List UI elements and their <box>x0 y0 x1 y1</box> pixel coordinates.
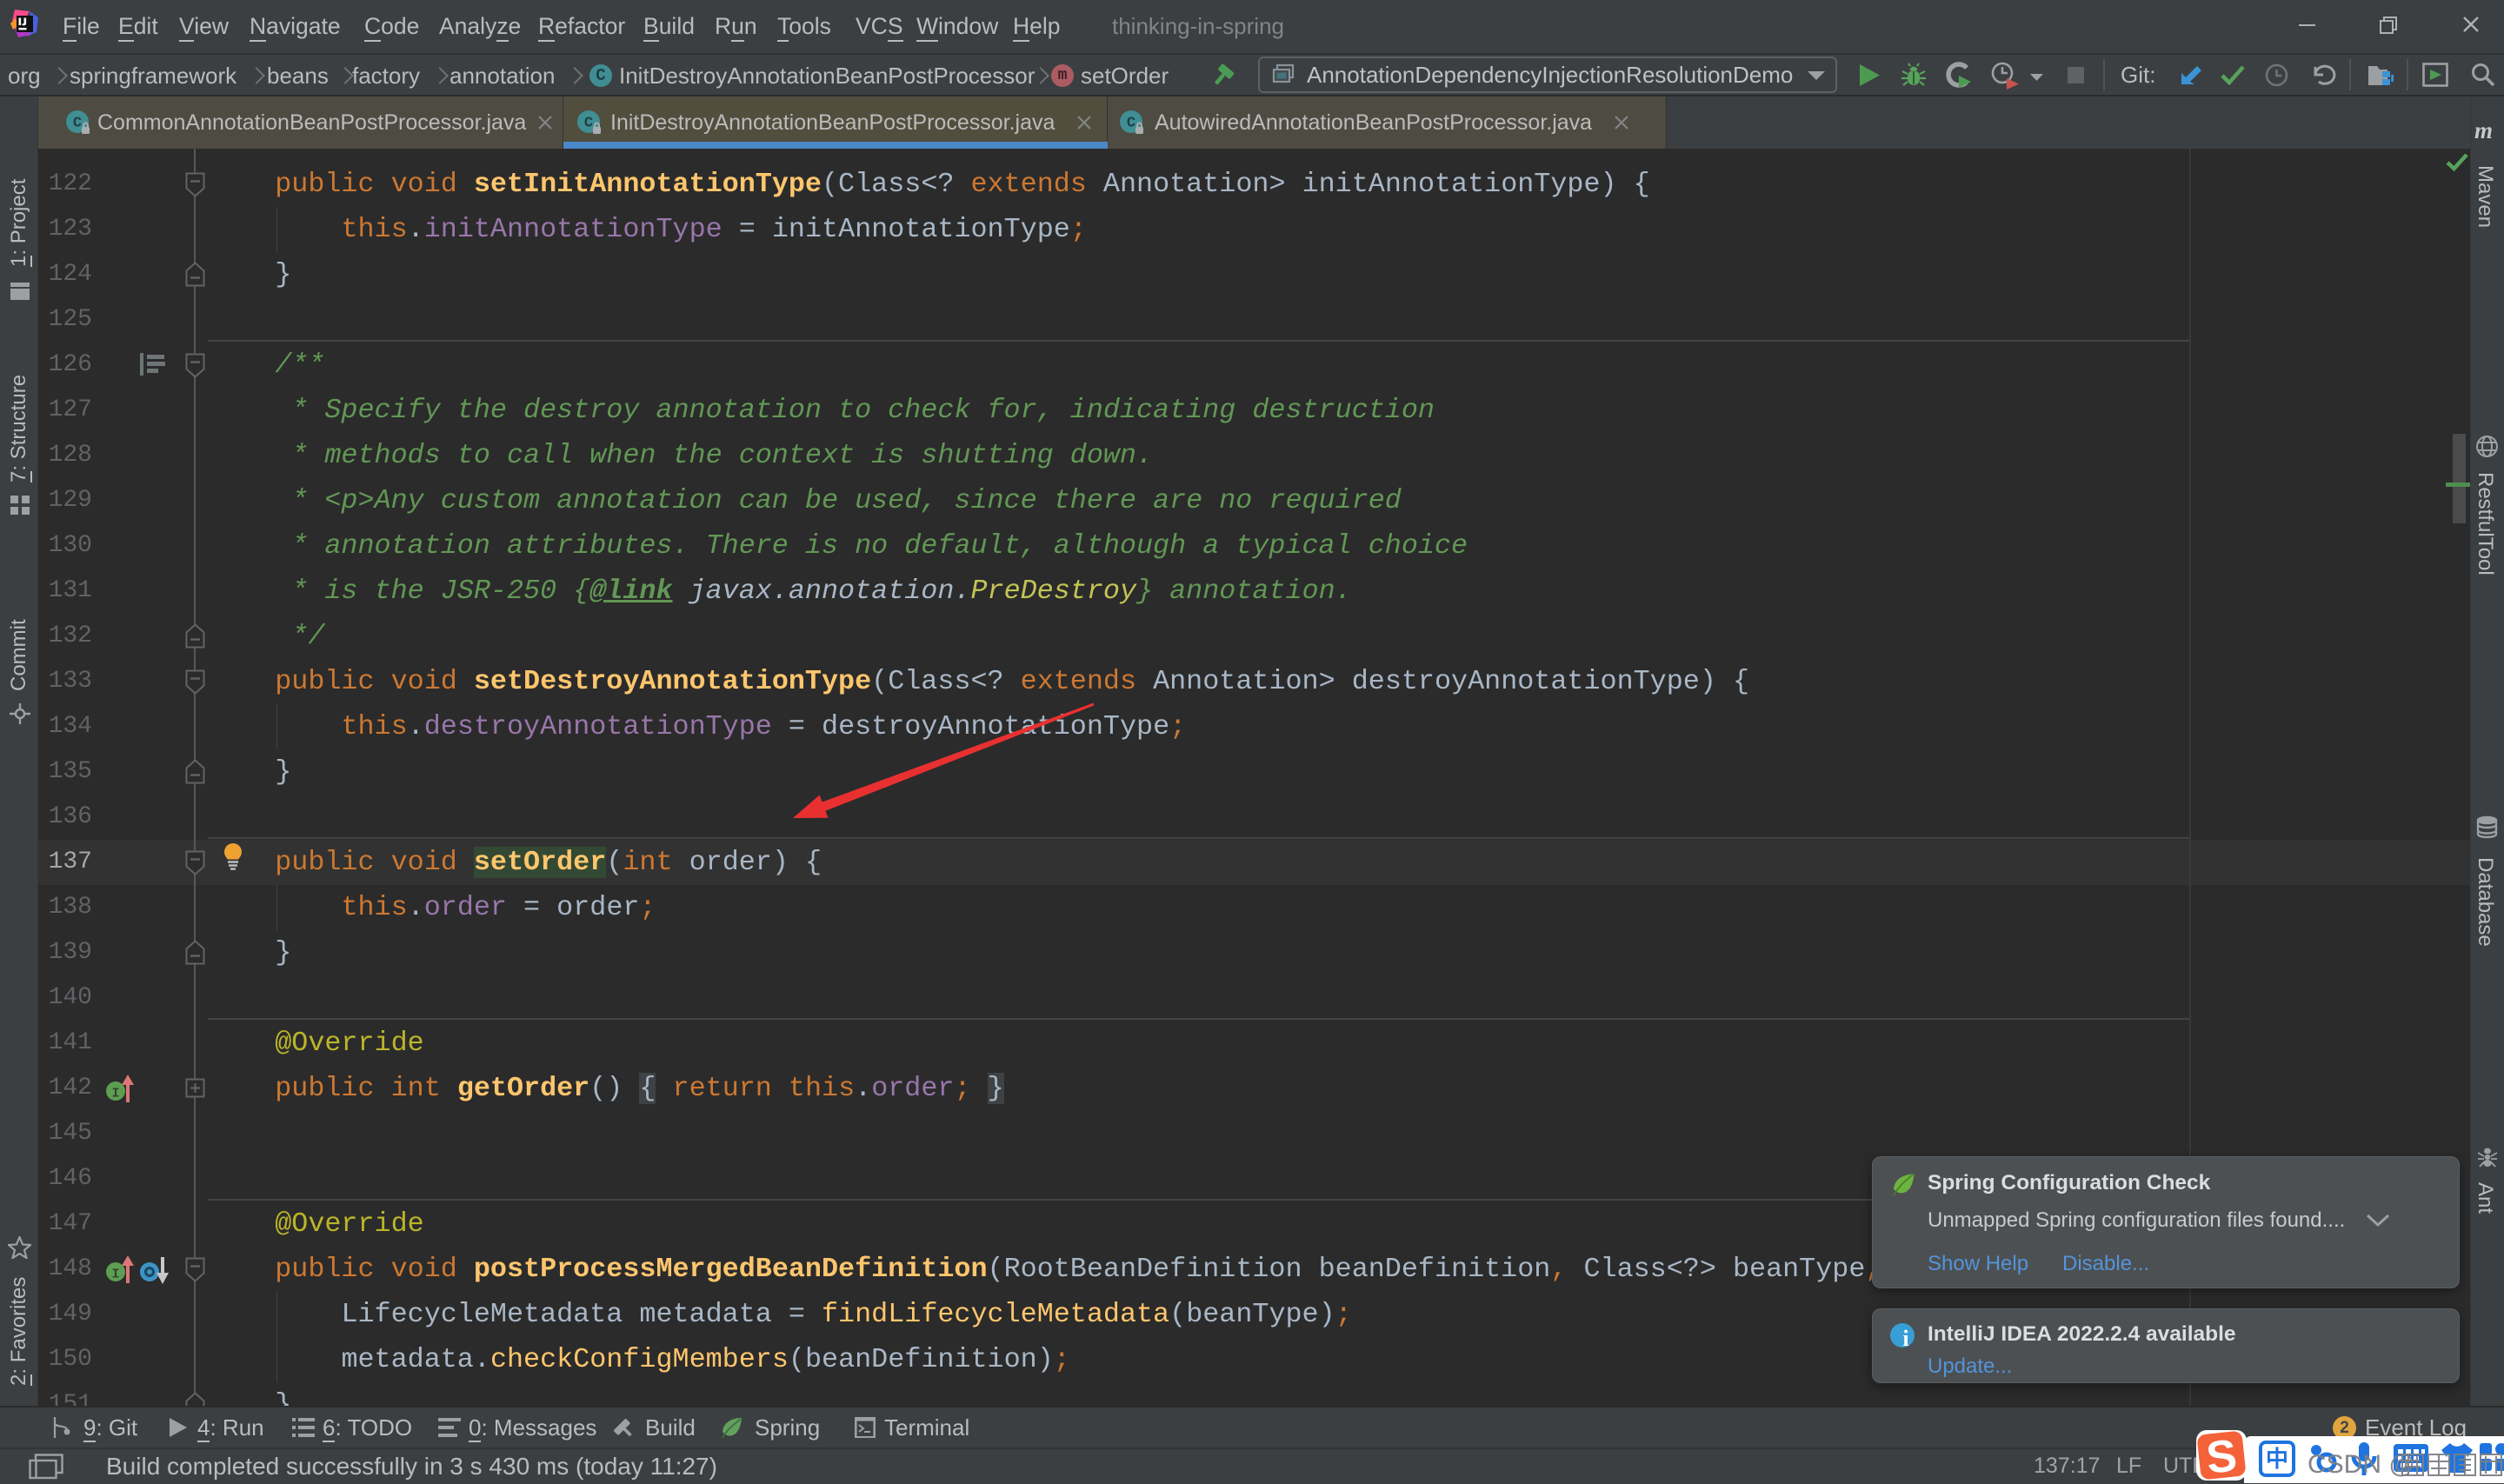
svg-text:I: I <box>111 1268 119 1282</box>
svg-text:C: C <box>73 116 82 132</box>
svg-text:C: C <box>1127 116 1135 132</box>
svg-text:I: I <box>111 1087 119 1101</box>
svg-text:S: S <box>2204 1430 2240 1483</box>
svg-text:C: C <box>584 116 593 132</box>
